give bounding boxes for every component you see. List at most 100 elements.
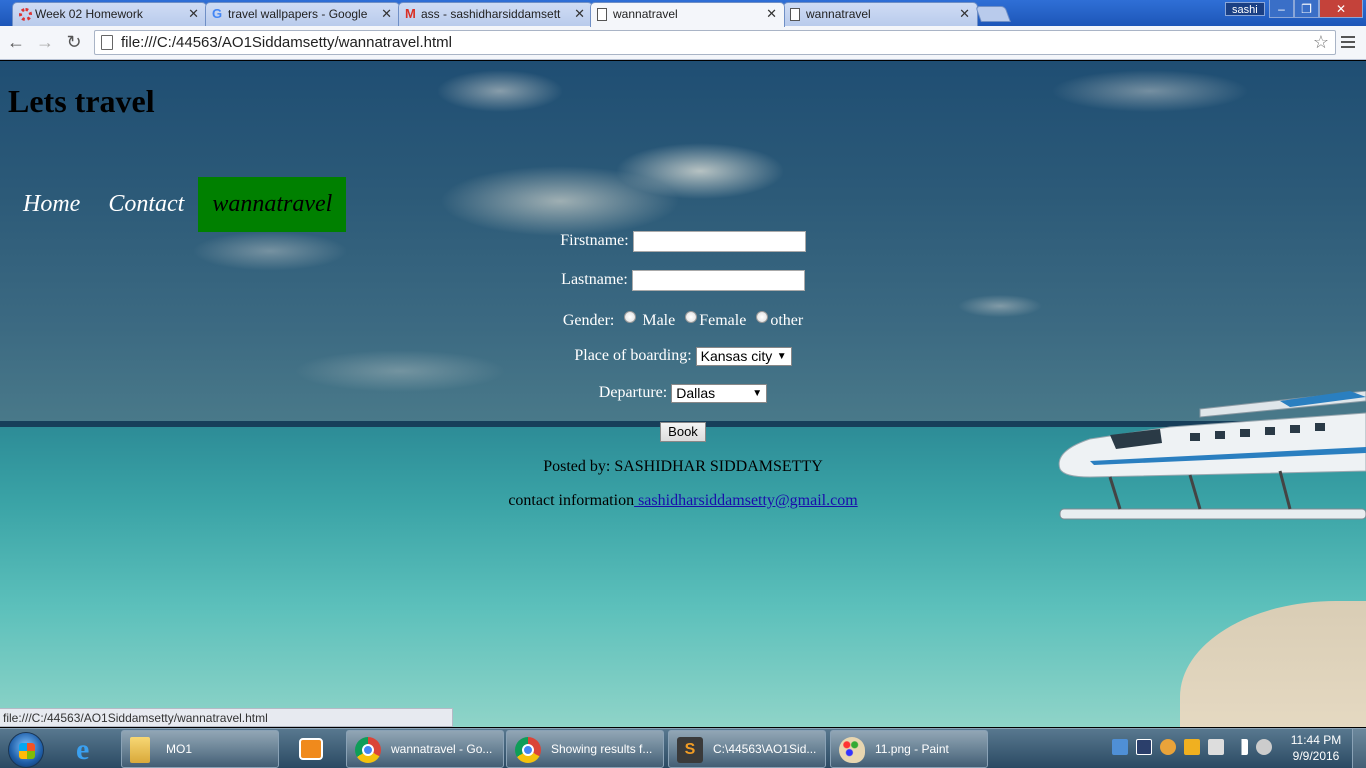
star-icon[interactable]: ☆ bbox=[1313, 32, 1329, 53]
tab-wannatravel-active[interactable]: wannatravel ✕ bbox=[590, 2, 785, 27]
taskbar-item-label: MO1 bbox=[166, 742, 193, 756]
boarding-select-value: Kansas city bbox=[700, 348, 773, 364]
maximize-button[interactable]: ❐ bbox=[1294, 0, 1319, 18]
gender-other-label: other bbox=[770, 312, 804, 329]
firstname-label: Firstname: bbox=[560, 232, 629, 250]
speaker-muted-icon[interactable] bbox=[1256, 739, 1272, 755]
close-icon[interactable]: ✕ bbox=[188, 3, 199, 25]
tab-travel-wallpapers[interactable]: G travel wallpapers - Google ✕ bbox=[205, 2, 400, 26]
minimize-button[interactable]: – bbox=[1269, 0, 1294, 18]
show-desktop-button[interactable] bbox=[1352, 729, 1366, 768]
book-button[interactable]: Book bbox=[660, 422, 706, 442]
page-icon bbox=[597, 8, 607, 21]
back-arrow-icon[interactable]: ← bbox=[6, 32, 26, 52]
forward-arrow-icon[interactable]: → bbox=[35, 32, 55, 52]
chrome-icon bbox=[355, 737, 381, 763]
departure-row: Departure: Dallas ▼ bbox=[0, 384, 1366, 403]
address-bar[interactable]: file:///C:/44563/AO1Siddamsetty/wannatra… bbox=[94, 30, 1336, 55]
clock[interactable]: 11:44 PM 9/9/2016 bbox=[1284, 732, 1348, 764]
tab-title: ass - sashidharsiddamsett bbox=[421, 7, 561, 21]
taskbar-item-chrome-wannatravel[interactable]: wannatravel - Go... bbox=[346, 730, 504, 768]
internet-explorer-icon[interactable]: e bbox=[64, 731, 116, 767]
tab-wannatravel[interactable]: wannatravel ✕ bbox=[783, 2, 978, 26]
book-row: Book bbox=[0, 422, 1366, 442]
page-viewport: Lets travel Home Contact wannatravel Fir… bbox=[0, 61, 1366, 727]
windows-logo-icon bbox=[19, 743, 35, 759]
start-button[interactable] bbox=[8, 732, 44, 768]
folder-icon bbox=[130, 737, 150, 763]
address-bar-url[interactable]: file:///C:/44563/AO1Siddamsetty/wannatra… bbox=[121, 34, 452, 51]
menu-icon[interactable] bbox=[1341, 33, 1355, 51]
taskbar-item-label: C:\44563\AO1Sid... bbox=[713, 742, 817, 756]
network-share-icon[interactable] bbox=[1112, 739, 1128, 755]
tab-title: travel wallpapers - Google bbox=[228, 7, 368, 21]
page-icon bbox=[101, 35, 113, 50]
firstname-row: Firstname: bbox=[0, 231, 1366, 252]
nav-item-contact[interactable]: Contact bbox=[94, 177, 198, 232]
gender-female-radio[interactable] bbox=[685, 311, 698, 323]
taskbar-item-mo1[interactable]: MO1 bbox=[121, 730, 279, 768]
tab-title: Week 02 Homework bbox=[35, 7, 143, 21]
cloud-icon[interactable] bbox=[1160, 739, 1176, 755]
display-icon[interactable] bbox=[1136, 739, 1152, 755]
gender-male-radio[interactable] bbox=[624, 311, 637, 323]
boarding-select[interactable]: Kansas city ▼ bbox=[695, 347, 792, 366]
nav-item-wannatravel[interactable]: wannatravel bbox=[198, 177, 347, 232]
gender-row: Gender: Male Female other bbox=[0, 311, 1366, 330]
dropdown-arrow-icon: ▼ bbox=[752, 388, 763, 399]
lastname-input[interactable] bbox=[631, 270, 805, 291]
close-window-button[interactable]: ✕ bbox=[1319, 0, 1363, 18]
taskbar-item-paint[interactable]: 11.png - Paint bbox=[830, 730, 988, 768]
taskbar-item-label: Showing results f... bbox=[551, 742, 653, 756]
close-icon[interactable]: ✕ bbox=[574, 3, 585, 25]
boarding-label: Place of boarding: bbox=[574, 347, 692, 365]
site-nav: Home Contact wannatravel bbox=[9, 177, 347, 232]
close-icon[interactable]: ✕ bbox=[381, 3, 392, 25]
tab-title: wannatravel bbox=[806, 7, 871, 21]
boarding-row: Place of boarding: Kansas city ▼ bbox=[0, 347, 1366, 366]
departure-select-value: Dallas bbox=[676, 385, 716, 401]
reload-icon[interactable]: ↻ bbox=[64, 32, 84, 52]
browser-tab-strip: Week 02 Homework ✕ G travel wallpapers -… bbox=[0, 0, 1366, 27]
clock-date: 9/9/2016 bbox=[1292, 749, 1340, 763]
posted-by-row: Posted by: SASHIDHAR SIDDAMSETTY bbox=[0, 458, 1366, 476]
site-title: Lets travel bbox=[8, 83, 155, 119]
gender-female-label: Female bbox=[699, 312, 747, 329]
page-icon bbox=[790, 8, 800, 21]
profile-badge[interactable]: sashi bbox=[1225, 2, 1265, 16]
status-bubble: file:///C:/44563/AO1Siddamsetty/wannatra… bbox=[0, 708, 453, 727]
google-g-icon: G bbox=[212, 6, 223, 21]
sublime-text-icon: S bbox=[677, 737, 703, 763]
gender-other-radio[interactable] bbox=[756, 311, 769, 323]
firstname-input[interactable] bbox=[632, 231, 806, 252]
posted-by-text: Posted by: SASHIDHAR SIDDAMSETTY bbox=[543, 458, 823, 475]
gmail-icon: M bbox=[405, 6, 416, 21]
tab-title: wannatravel bbox=[613, 7, 678, 21]
media-player-icon[interactable] bbox=[288, 731, 334, 767]
lastname-label: Lastname: bbox=[561, 271, 628, 289]
chrome-icon bbox=[515, 737, 541, 763]
taskbar-item-chrome-results[interactable]: Showing results f... bbox=[506, 730, 664, 768]
taskbar-item-sublime[interactable]: S C:\44563\AO1Sid... bbox=[668, 730, 826, 768]
signal-icon[interactable] bbox=[1232, 739, 1248, 755]
close-icon[interactable]: ✕ bbox=[959, 3, 970, 25]
windows-taskbar: e MO1 wannatravel - Go... Showing result… bbox=[0, 728, 1366, 768]
contact-label: contact information bbox=[508, 492, 635, 509]
departure-select[interactable]: Dallas ▼ bbox=[671, 384, 768, 403]
system-tray bbox=[1108, 739, 1278, 759]
taskbar-item-label: 11.png - Paint bbox=[875, 742, 949, 756]
close-icon[interactable]: ✕ bbox=[766, 3, 777, 25]
tab-week02-homework[interactable]: Week 02 Homework ✕ bbox=[12, 2, 207, 26]
usb-device-icon[interactable] bbox=[1208, 739, 1224, 755]
browser-toolbar: ← → ↻ file:///C:/44563/AO1Siddamsetty/wa… bbox=[0, 26, 1366, 60]
lastname-row: Lastname: bbox=[0, 270, 1366, 291]
gender-male-label: Male bbox=[642, 312, 676, 329]
paint-icon bbox=[839, 737, 865, 763]
clock-time: 11:44 PM bbox=[1290, 733, 1342, 747]
new-tab-button[interactable] bbox=[975, 6, 1011, 22]
tab-gmail[interactable]: M ass - sashidharsiddamsett ✕ bbox=[398, 2, 593, 26]
shield-icon[interactable] bbox=[1184, 739, 1200, 755]
nav-item-home[interactable]: Home bbox=[9, 177, 94, 232]
email-link[interactable]: sashidharsiddamsetty@gmail.com bbox=[634, 492, 858, 509]
departure-label: Departure: bbox=[598, 384, 668, 402]
